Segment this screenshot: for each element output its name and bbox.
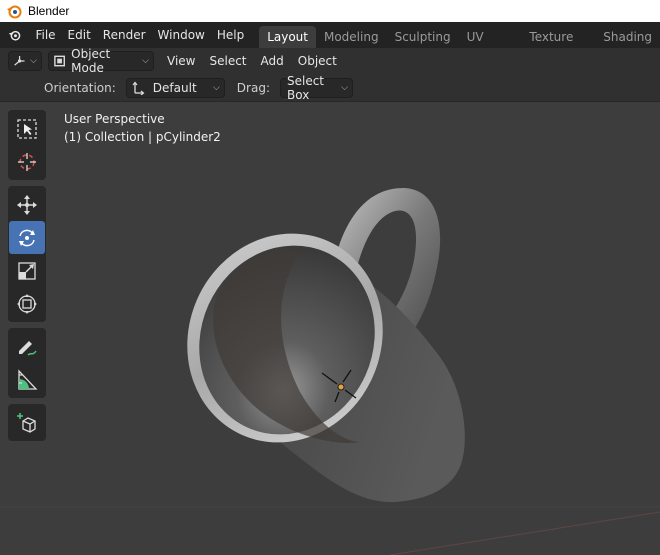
measure-tool[interactable]: [9, 363, 45, 396]
editor-type-dropdown[interactable]: ⌵: [8, 51, 42, 71]
chevron-down-icon: ⌵: [142, 56, 149, 66]
tab-uv-editing[interactable]: UV Editing: [459, 26, 522, 66]
top-menu-bar: File Edit Render Window Help Layout Mode…: [0, 22, 660, 66]
tab-texture-paint[interactable]: Texture Paint: [521, 26, 595, 66]
add-cube-icon: [17, 412, 36, 433]
rotate-icon: [19, 229, 35, 246]
tool-settings-bar: Orientation: Default ⌵ Drag: Select Box …: [0, 74, 660, 102]
annotate-pencil-icon: [19, 340, 37, 356]
tool-shelf: [8, 110, 46, 447]
transform-icon: [17, 293, 37, 314]
window-title: Blender: [28, 4, 70, 18]
collection-label: (1) Collection | pCylinder2: [64, 130, 221, 144]
blender-app-icon: [7, 5, 22, 19]
object-mode-icon: [54, 55, 65, 67]
drag-value: Select Box: [286, 73, 325, 102]
orientation-axes-icon: [132, 81, 145, 95]
viewport-scene: [0, 187, 660, 555]
menu-help[interactable]: Help: [211, 25, 250, 45]
orientation-value: Default: [152, 80, 197, 95]
menu-window[interactable]: Window: [152, 25, 211, 45]
scale-tool[interactable]: [9, 254, 45, 287]
scale-icon: [18, 261, 36, 280]
chevron-down-icon: ⌵: [30, 56, 37, 66]
chevron-down-icon: ⌵: [212, 82, 220, 93]
menu-view[interactable]: View: [160, 54, 202, 68]
menu-render[interactable]: Render: [97, 25, 152, 45]
3d-viewport-icon: [14, 56, 25, 66]
tool-group-add: [8, 404, 46, 441]
viewport-overlay-info: User Perspective (1) Collection | pCylin…: [64, 110, 221, 146]
drag-dropdown[interactable]: Select Box ⌵: [279, 74, 353, 102]
rotate-tool[interactable]: [9, 221, 45, 254]
perspective-label: User Perspective: [64, 112, 165, 126]
annotate-tool[interactable]: [9, 330, 45, 363]
tab-sculpting[interactable]: Sculpting: [387, 26, 459, 48]
blender-logo-icon[interactable]: [8, 26, 21, 44]
tool-group-transform: [8, 186, 46, 322]
viewport-header: ⌵ Object Mode ⌵ View Select Add Object: [0, 47, 660, 75]
menu-file[interactable]: File: [29, 25, 61, 45]
tab-modeling[interactable]: Modeling: [316, 26, 387, 48]
menu-select[interactable]: Select: [202, 54, 253, 68]
move-icon: [17, 194, 37, 215]
select-box-tool[interactable]: [9, 112, 45, 145]
cursor-tool[interactable]: [9, 145, 45, 178]
object-mode-label: Object Mode: [71, 47, 111, 75]
cursor-icon: [18, 152, 36, 171]
tab-shading[interactable]: Shading: [595, 26, 660, 48]
tab-layout[interactable]: Layout: [259, 26, 316, 48]
orientation-label: Orientation:: [44, 80, 116, 95]
orientation-dropdown[interactable]: Default ⌵: [125, 77, 225, 98]
menu-edit[interactable]: Edit: [62, 25, 97, 45]
chevron-down-icon: ⌵: [341, 82, 348, 93]
3d-viewport[interactable]: User Perspective (1) Collection | pCylin…: [0, 102, 660, 555]
tool-group-select: [8, 110, 46, 180]
move-tool[interactable]: [9, 188, 45, 221]
menu-add[interactable]: Add: [254, 54, 291, 68]
tool-group-annotate: [8, 328, 46, 398]
add-cube-tool[interactable]: [9, 406, 45, 439]
object-mode-dropdown[interactable]: Object Mode ⌵: [48, 47, 154, 75]
transform-tool[interactable]: [9, 287, 45, 320]
measure-ruler-icon: [18, 368, 38, 390]
drag-label: Drag:: [236, 80, 270, 95]
select-box-icon: [17, 118, 37, 139]
window-titlebar: Blender: [0, 0, 660, 22]
menu-object[interactable]: Object: [291, 54, 344, 68]
